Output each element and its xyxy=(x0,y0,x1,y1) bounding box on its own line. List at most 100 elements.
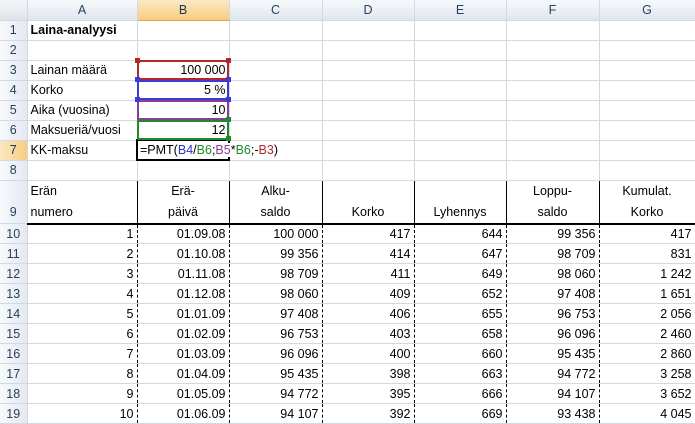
cell-repayment[interactable]: 644 xyxy=(414,223,507,244)
row-header[interactable]: 18 xyxy=(0,383,28,404)
cell-g7[interactable] xyxy=(599,140,695,161)
cell-f4[interactable] xyxy=(506,80,600,101)
cell-repayment[interactable]: 655 xyxy=(414,303,507,324)
cell-installment-number[interactable]: 4 xyxy=(27,283,138,304)
range-handle-blue[interactable] xyxy=(135,77,140,82)
row-header[interactable]: 19 xyxy=(0,403,28,424)
cell-f3[interactable] xyxy=(506,60,600,81)
cell-b2[interactable] xyxy=(137,40,230,61)
cell-repayment[interactable]: 649 xyxy=(414,263,507,284)
cell-repayment[interactable]: 658 xyxy=(414,323,507,344)
cell-cumulative-interest[interactable]: 2 056 xyxy=(599,303,695,324)
cell-g5[interactable] xyxy=(599,100,695,121)
cell-opening-balance[interactable]: 97 408 xyxy=(229,303,323,324)
cell-installment-date[interactable]: 01.05.09 xyxy=(137,383,230,404)
header-installment-number[interactable]: Erän numero xyxy=(26,179,138,225)
cell-f2[interactable] xyxy=(506,40,600,61)
cell-interest[interactable]: 400 xyxy=(322,343,415,364)
cell-c2[interactable] xyxy=(229,40,323,61)
cell-installment-date[interactable]: 01.12.08 xyxy=(137,283,230,304)
header-repayment[interactable]: Lyhennys xyxy=(413,179,507,225)
cell-interest[interactable]: 392 xyxy=(322,403,415,424)
row-header[interactable]: 15 xyxy=(0,323,28,344)
cell-opening-balance[interactable]: 99 356 xyxy=(229,243,323,264)
cell-repayment[interactable]: 663 xyxy=(414,363,507,384)
cell-a4-label[interactable]: Korko xyxy=(27,80,138,101)
row-header-2[interactable]: 2 xyxy=(0,40,28,61)
cell-e1[interactable] xyxy=(414,20,507,41)
range-handle-green[interactable] xyxy=(226,136,231,141)
range-handle-blue[interactable] xyxy=(226,77,231,82)
column-header-g[interactable]: G xyxy=(599,0,695,21)
column-header-e[interactable]: E xyxy=(414,0,507,21)
cell-b8[interactable] xyxy=(137,160,230,181)
cell-b3-loan-amount[interactable]: 100 000 xyxy=(137,60,230,81)
cell-opening-balance[interactable]: 96 753 xyxy=(229,323,323,344)
cell-repayment[interactable]: 652 xyxy=(414,283,507,304)
cell-a3-label[interactable]: Lainan määrä xyxy=(27,60,138,81)
cell-cumulative-interest[interactable]: 831 xyxy=(599,243,695,264)
cell-opening-balance[interactable]: 98 709 xyxy=(229,263,323,284)
cell-g3[interactable] xyxy=(599,60,695,81)
cell-repayment[interactable]: 647 xyxy=(414,243,507,264)
cell-installment-number[interactable]: 2 xyxy=(27,243,138,264)
cell-d5[interactable] xyxy=(322,100,415,121)
cell-a1-title[interactable]: Laina-analyysi xyxy=(27,20,138,41)
cell-cumulative-interest[interactable]: 3 652 xyxy=(599,383,695,404)
row-header-5[interactable]: 5 xyxy=(0,100,28,121)
cell-opening-balance[interactable]: 98 060 xyxy=(229,283,323,304)
column-header-d[interactable]: D xyxy=(322,0,415,21)
cell-cumulative-interest[interactable]: 2 460 xyxy=(599,323,695,344)
range-handle-red[interactable] xyxy=(226,58,231,63)
cell-closing-balance[interactable]: 94 772 xyxy=(506,363,600,384)
cell-interest[interactable]: 403 xyxy=(322,323,415,344)
cell-c5[interactable] xyxy=(229,100,323,121)
cell-f7[interactable] xyxy=(506,140,600,161)
cell-d7[interactable] xyxy=(322,140,415,161)
cell-installment-number[interactable]: 1 xyxy=(27,223,138,244)
cell-installment-date[interactable]: 01.02.09 xyxy=(137,323,230,344)
cell-opening-balance[interactable]: 100 000 xyxy=(229,223,323,244)
cell-repayment[interactable]: 660 xyxy=(414,343,507,364)
cell-opening-balance[interactable]: 94 772 xyxy=(229,383,323,404)
cell-e4[interactable] xyxy=(414,80,507,101)
cell-cumulative-interest[interactable]: 2 860 xyxy=(599,343,695,364)
cell-closing-balance[interactable]: 98 060 xyxy=(506,263,600,284)
row-header[interactable]: 11 xyxy=(0,243,28,264)
cell-installment-date[interactable]: 01.03.09 xyxy=(137,343,230,364)
cell-installment-number[interactable]: 5 xyxy=(27,303,138,324)
cell-repayment[interactable]: 666 xyxy=(414,383,507,404)
cell-c3[interactable] xyxy=(229,60,323,81)
column-header-a[interactable]: A xyxy=(27,0,138,21)
cell-installment-date[interactable]: 01.10.08 xyxy=(137,243,230,264)
cell-e6[interactable] xyxy=(414,120,507,141)
column-header-c[interactable]: C xyxy=(229,0,323,21)
cell-interest[interactable]: 409 xyxy=(322,283,415,304)
cell-installment-date[interactable]: 01.11.08 xyxy=(137,263,230,284)
cell-d8[interactable] xyxy=(322,160,415,181)
cell-d1[interactable] xyxy=(322,20,415,41)
cell-g2[interactable] xyxy=(599,40,695,61)
cell-cumulative-interest[interactable]: 1 242 xyxy=(599,263,695,284)
header-installment-date[interactable]: Erä-päivä xyxy=(136,179,230,225)
cell-installment-date[interactable]: 01.09.08 xyxy=(137,223,230,244)
cell-g8[interactable] xyxy=(599,160,695,181)
cell-closing-balance[interactable]: 99 356 xyxy=(506,223,600,244)
cell-installment-number[interactable]: 7 xyxy=(27,343,138,364)
cell-e3[interactable] xyxy=(414,60,507,81)
range-handle-purple[interactable] xyxy=(135,97,140,102)
cell-installment-number[interactable]: 6 xyxy=(27,323,138,344)
cell-a2[interactable] xyxy=(27,40,138,61)
cell-f8[interactable] xyxy=(506,160,600,181)
select-all-corner[interactable] xyxy=(0,0,28,21)
range-handle-purple[interactable] xyxy=(226,97,231,102)
cell-d2[interactable] xyxy=(322,40,415,61)
cell-interest[interactable]: 411 xyxy=(322,263,415,284)
cell-e5[interactable] xyxy=(414,100,507,121)
cell-installment-number[interactable]: 3 xyxy=(27,263,138,284)
cell-cumulative-interest[interactable]: 417 xyxy=(599,223,695,244)
cell-e2[interactable] xyxy=(414,40,507,61)
cell-opening-balance[interactable]: 94 107 xyxy=(229,403,323,424)
cell-d3[interactable] xyxy=(322,60,415,81)
cell-closing-balance[interactable]: 94 107 xyxy=(506,383,600,404)
